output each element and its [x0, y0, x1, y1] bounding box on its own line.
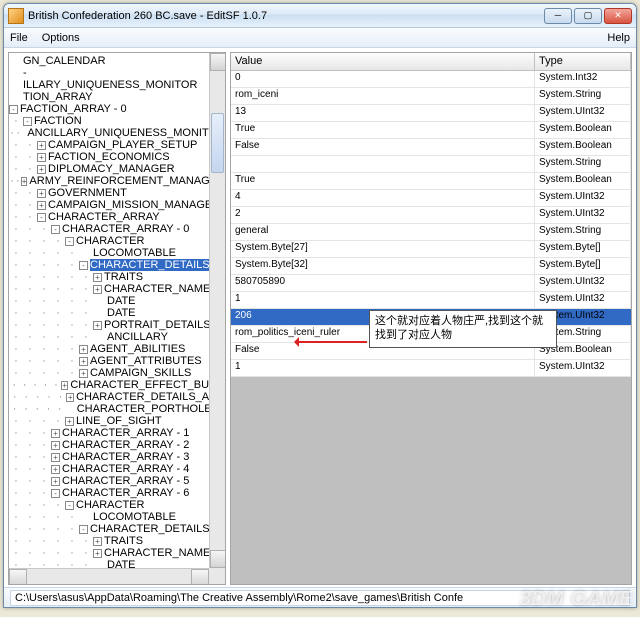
- tree-node[interactable]: ·····+CAMPAIGN_SKILLS: [9, 367, 225, 379]
- tree-node[interactable]: -: [9, 67, 225, 79]
- tree-node[interactable]: ··+CAMPAIGN_MISSION_MANAGER: [9, 199, 225, 211]
- grid-row[interactable]: 4System.UInt32: [231, 190, 631, 207]
- tree-node[interactable]: ···-CHARACTER_ARRAY - 0: [9, 223, 225, 235]
- tree-node[interactable]: ·····-CHARACTER_DETAILS: [9, 259, 225, 271]
- tree-node[interactable]: ··+GOVERNMENT: [9, 187, 225, 199]
- tree-node[interactable]: ······+TRAITS: [9, 535, 225, 547]
- tree-node[interactable]: ·-FACTION: [9, 115, 225, 127]
- tree-scroll-h[interactable]: [9, 568, 209, 584]
- tree-node[interactable]: ···+CHARACTER_ARRAY - 2: [9, 439, 225, 451]
- tree-node[interactable]: ·····+AGENT_ABILITIES: [9, 343, 225, 355]
- grid-row[interactable]: 0System.Int32: [231, 71, 631, 88]
- grid-row[interactable]: 1System.UInt32: [231, 292, 631, 309]
- tree-node[interactable]: ··ANCILLARY_UNIQUENESS_MONITOR: [9, 127, 225, 139]
- tree-node[interactable]: ······DATE: [9, 295, 225, 307]
- grid-row[interactable]: 580705890System.UInt32: [231, 275, 631, 292]
- grid-row[interactable]: FalseSystem.Boolean: [231, 139, 631, 156]
- tree-node[interactable]: ·····+AGENT_ATTRIBUTES: [9, 355, 225, 367]
- tree-node[interactable]: ···+CHARACTER_ARRAY - 4: [9, 463, 225, 475]
- tree-node[interactable]: ······+TRAITS: [9, 271, 225, 283]
- tree-node[interactable]: ···+CHARACTER_ARRAY - 5: [9, 475, 225, 487]
- app-window: British Confederation 260 BC.save - Edit…: [3, 3, 637, 608]
- tree-node[interactable]: ······+CHARACTER_NAME: [9, 283, 225, 295]
- grid-row[interactable]: System.Byte[27]System.Byte[]: [231, 241, 631, 258]
- tree-node[interactable]: ILLARY_UNIQUENESS_MONITOR: [9, 79, 225, 91]
- close-button[interactable]: ✕: [604, 8, 632, 24]
- menu-file[interactable]: File: [10, 32, 28, 44]
- tree-node[interactable]: ·····CHARACTER_PORTHOLE_V: [9, 403, 225, 415]
- statusbar: C:\Users\asus\AppData\Roaming\The Creati…: [4, 587, 636, 607]
- tree-node[interactable]: ··-CHARACTER_ARRAY: [9, 211, 225, 223]
- col-type[interactable]: Type: [535, 53, 631, 70]
- grid-row[interactable]: TrueSystem.Boolean: [231, 173, 631, 190]
- tree-node[interactable]: ··+ARMY_REINFORCEMENT_MANAGER: [9, 175, 225, 187]
- tree-node[interactable]: ··+DIPLOMACY_MANAGER: [9, 163, 225, 175]
- grid-row[interactable]: rom_iceniSystem.String: [231, 88, 631, 105]
- tree-node[interactable]: ··+FACTION_ECONOMICS: [9, 151, 225, 163]
- menu-help[interactable]: Help: [607, 32, 630, 44]
- tree-node[interactable]: -FACTION_ARRAY - 0: [9, 103, 225, 115]
- grid-header: Value Type: [231, 53, 631, 71]
- grid-row[interactable]: System.String: [231, 156, 631, 173]
- grid-row[interactable]: System.Byte[32]System.Byte[]: [231, 258, 631, 275]
- tree-node[interactable]: ······DATE: [9, 307, 225, 319]
- minimize-button[interactable]: ─: [544, 8, 572, 24]
- maximize-button[interactable]: ▢: [574, 8, 602, 24]
- grid-row[interactable]: TrueSystem.Boolean: [231, 122, 631, 139]
- tree-node[interactable]: ·····+CHARACTER_DETAILS_ACH: [9, 391, 225, 403]
- grid-row[interactable]: 1System.UInt32: [231, 360, 631, 377]
- grid-row[interactable]: 13System.UInt32: [231, 105, 631, 122]
- menu-options[interactable]: Options: [42, 32, 80, 44]
- tree-node[interactable]: ···+CHARACTER_ARRAY - 1: [9, 427, 225, 439]
- tree-node[interactable]: ···-CHARACTER_ARRAY - 6: [9, 487, 225, 499]
- window-title: British Confederation 260 BC.save - Edit…: [28, 10, 544, 22]
- tree-node[interactable]: ······+PORTRAIT_DETAILS: [9, 319, 225, 331]
- tree-node[interactable]: ···+CHARACTER_ARRAY - 3: [9, 451, 225, 463]
- tree-node[interactable]: TION_ARRAY: [9, 91, 225, 103]
- tree-node[interactable]: ··+CAMPAIGN_PLAYER_SETUP: [9, 139, 225, 151]
- status-path: C:\Users\asus\AppData\Roaming\The Creati…: [10, 590, 630, 606]
- tree-node[interactable]: ·····LOCOMOTABLE: [9, 511, 225, 523]
- tree-node[interactable]: ····+LINE_OF_SIGHT: [9, 415, 225, 427]
- tree-node[interactable]: ····-CHARACTER: [9, 499, 225, 511]
- tree-view[interactable]: GN_CALENDAR-ILLARY_UNIQUENESS_MONITORTIO…: [9, 53, 225, 584]
- scroll-corner: [209, 568, 225, 584]
- annotation-callout: 这个就对应着人物庄严,找到这个就找到了对应人物: [369, 310, 557, 348]
- tree-node[interactable]: ······ANCILLARY: [9, 331, 225, 343]
- app-icon: [8, 8, 24, 24]
- scroll-thumb[interactable]: [211, 113, 224, 173]
- tree-pane: GN_CALENDAR-ILLARY_UNIQUENESS_MONITORTIO…: [8, 52, 226, 585]
- tree-node[interactable]: ····-CHARACTER: [9, 235, 225, 247]
- grid-row[interactable]: generalSystem.String: [231, 224, 631, 241]
- menubar: File Options Help: [4, 28, 636, 48]
- tree-node[interactable]: GN_CALENDAR: [9, 55, 225, 67]
- grid-row[interactable]: 2System.UInt32: [231, 207, 631, 224]
- titlebar[interactable]: British Confederation 260 BC.save - Edit…: [4, 4, 636, 28]
- tree-node[interactable]: ·····LOCOMOTABLE: [9, 247, 225, 259]
- tree-node[interactable]: ·····+CHARACTER_EFFECT_BUND: [9, 379, 225, 391]
- tree-scroll-v[interactable]: [209, 53, 225, 568]
- col-value[interactable]: Value: [231, 53, 535, 70]
- tree-node[interactable]: ······+CHARACTER_NAME: [9, 547, 225, 559]
- annotation-arrow-icon: [295, 341, 367, 343]
- tree-node[interactable]: ·····-CHARACTER_DETAILS: [9, 523, 225, 535]
